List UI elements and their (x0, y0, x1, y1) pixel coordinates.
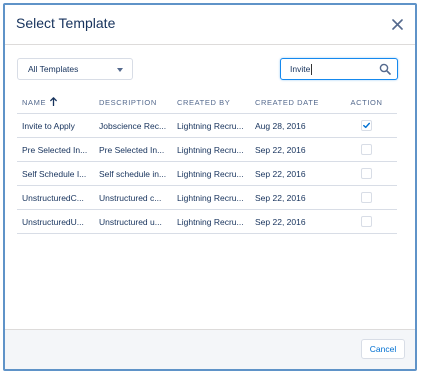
cell-action (336, 137, 397, 162)
cell-created-date: Sep 22, 2016 (250, 209, 336, 234)
cell-action (336, 161, 397, 186)
checkmark-icon (363, 122, 370, 129)
cell-created-date: Sep 22, 2016 (250, 161, 336, 186)
search-input[interactable]: Invite (280, 58, 398, 80)
modal-header: Select Template (5, 5, 415, 45)
template-filter-value: All Templates (28, 64, 79, 74)
arrow-up-icon (50, 97, 57, 106)
cell-name: UnstructuredU... (17, 209, 94, 234)
table-row[interactable]: UnstructuredC... Unstructured c... Light… (17, 185, 397, 210)
search-icon (379, 63, 391, 75)
cell-created-by: Lightning Recru... (172, 137, 250, 162)
table-row[interactable]: Self Schedule I... Self schedule in... L… (17, 161, 397, 186)
close-button[interactable] (387, 14, 407, 34)
column-header-action: ACTION (336, 91, 397, 114)
cell-action (336, 209, 397, 234)
close-icon (391, 18, 403, 30)
cell-description: Unstructured u... (94, 209, 172, 234)
row-checkbox[interactable] (361, 168, 372, 180)
cell-name: Pre Selected In... (17, 137, 94, 162)
search-input-value: Invite (290, 64, 311, 74)
table-row[interactable]: Pre Selected In... Pre Selected In... Li… (17, 137, 397, 162)
select-template-modal: Select Template All Templates Invite NAM… (5, 5, 415, 369)
row-checkbox[interactable] (361, 120, 372, 132)
cell-created-by: Lightning Recru... (172, 113, 250, 138)
templates-table: NAME DESCRIPTION CREATED BY CREATED DATE… (17, 91, 397, 234)
cell-action (336, 185, 397, 210)
cell-created-by: Lightning Recru... (172, 185, 250, 210)
table-row[interactable]: UnstructuredU... Unstructured u... Light… (17, 209, 397, 234)
cell-description: Unstructured c... (94, 185, 172, 210)
text-cursor (311, 64, 312, 75)
cell-action (336, 113, 397, 138)
cell-created-date: Aug 28, 2016 (250, 113, 336, 138)
cell-name: Invite to Apply (17, 113, 94, 138)
column-header-created-by[interactable]: CREATED BY (172, 91, 250, 114)
row-checkbox[interactable] (361, 144, 372, 156)
cell-name: Self Schedule I... (17, 161, 94, 186)
column-header-name[interactable]: NAME (17, 91, 94, 114)
cell-created-by: Lightning Recru... (172, 161, 250, 186)
modal-title: Select Template (16, 15, 116, 31)
cell-created-date: Sep 22, 2016 (250, 185, 336, 210)
cancel-button[interactable]: Cancel (361, 339, 405, 359)
modal-footer: Cancel (5, 329, 415, 369)
cell-description: Self schedule in... (94, 161, 172, 186)
table-body: Invite to Apply Jobscience Rec... Lightn… (17, 113, 397, 234)
column-header-description[interactable]: DESCRIPTION (94, 91, 172, 114)
cell-description: Jobscience Rec... (94, 113, 172, 138)
cell-description: Pre Selected In... (94, 137, 172, 162)
table-row[interactable]: Invite to Apply Jobscience Rec... Lightn… (17, 113, 397, 138)
cell-name: UnstructuredC... (17, 185, 94, 210)
row-checkbox[interactable] (361, 216, 372, 228)
column-header-created-date[interactable]: CREATED DATE (250, 91, 336, 114)
cell-created-by: Lightning Recru... (172, 209, 250, 234)
table-header-row: NAME DESCRIPTION CREATED BY CREATED DATE… (17, 91, 397, 114)
template-filter-select[interactable]: All Templates (17, 58, 133, 80)
caret-down-icon (117, 68, 123, 72)
cell-created-date: Sep 22, 2016 (250, 137, 336, 162)
modal-body: All Templates Invite NAME DESCRIPTION CR… (5, 45, 415, 329)
row-checkbox[interactable] (361, 192, 372, 204)
